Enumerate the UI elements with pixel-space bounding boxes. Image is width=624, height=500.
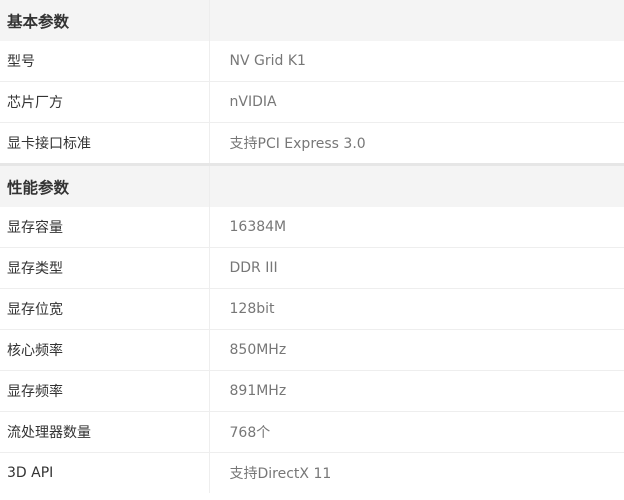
spec-label: 显卡接口标准 [0,122,210,165]
spec-value: 支持DirectX 11 [229,466,332,482]
spec-label: 显存容量 [0,207,210,248]
spec-label: 型号 [0,41,210,82]
spec-row-memory-clock: 显存频率 891MHz [0,370,624,412]
spec-value: 768个 [209,411,624,453]
spec-label: 显存类型 [0,247,210,289]
section-header-performance: 性能参数 [0,163,624,207]
spec-label: 显存位宽 [0,288,210,330]
section-title: 基本参数 [0,0,209,41]
spec-value: nVIDIA [209,81,624,123]
spec-label: 流处理器数量 [0,411,210,453]
spec-value: 891MHz [209,370,624,412]
spec-value: 850MHz [209,329,624,371]
spec-label: 3D API [0,452,210,493]
section-header-basic: 基本参数 [0,0,624,41]
spec-value: DDR III [209,247,624,289]
spec-label: 显存频率 [0,370,210,412]
spec-label: 核心频率 [0,329,210,371]
spec-table: 基本参数 型号 NV Grid K1 芯片厂方 nVIDIA 显卡接口标准 支持… [0,0,624,493]
spec-row-memory-bus: 显存位宽 128bit [0,288,624,330]
section-title: 性能参数 [0,163,209,207]
spec-value: 128bit [209,288,624,330]
spec-row-chip-maker: 芯片厂方 nVIDIA [0,81,624,123]
spec-row-core-clock: 核心频率 850MHz [0,329,624,371]
spec-row-interface: 显卡接口标准 支持PCI Express 3.0 [0,122,624,165]
spec-row-3d-api: 3D API 支持DirectX 11 [0,452,624,493]
spec-row-memory-type: 显存类型 DDR III [0,247,624,289]
spec-row-stream-processors: 流处理器数量 768个 [0,411,624,453]
spec-value: 16384M [209,207,624,248]
spec-row-model: 型号 NV Grid K1 [0,41,624,82]
spec-label: 芯片厂方 [0,81,210,123]
spec-value: NV Grid K1 [209,41,624,82]
spec-row-memory-size: 显存容量 16384M [0,207,624,248]
spec-value: 支持PCI Express 3.0 [209,122,624,165]
